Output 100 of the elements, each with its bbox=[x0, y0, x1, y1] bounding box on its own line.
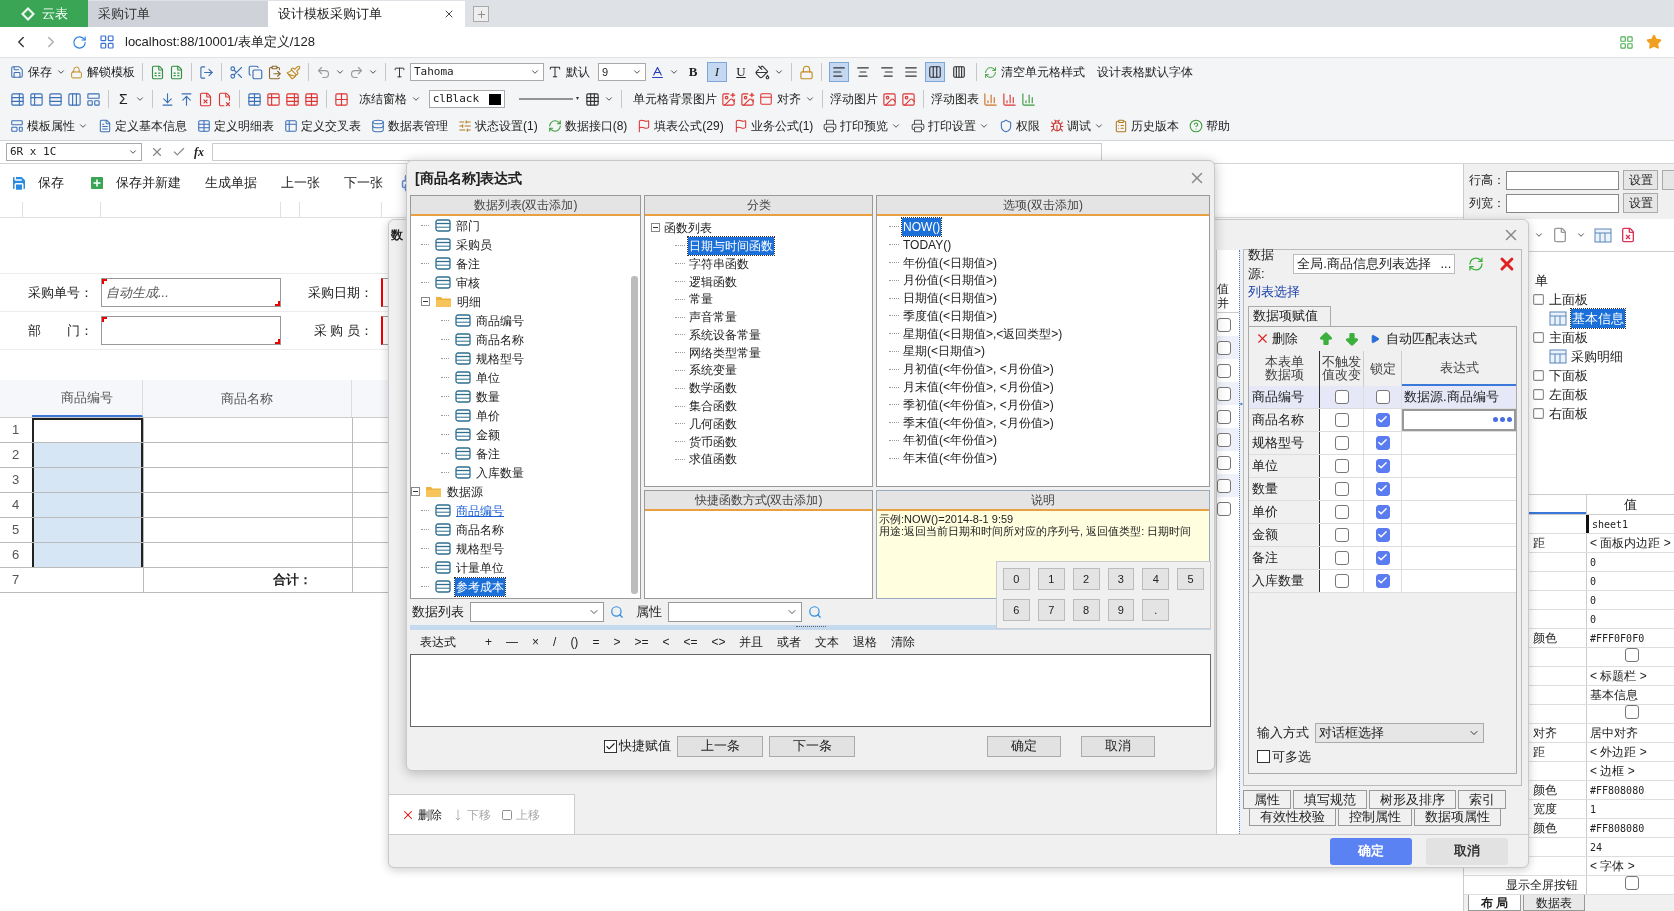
checkbox[interactable] bbox=[1334, 504, 1349, 519]
checkbox[interactable] bbox=[1334, 550, 1349, 565]
function-label[interactable]: fx bbox=[194, 143, 204, 161]
checkbox[interactable] bbox=[1334, 481, 1349, 496]
text-field[interactable]: 自动生成... bbox=[101, 278, 281, 307]
copy-icon[interactable] bbox=[248, 64, 263, 80]
property-value[interactable]: #FF808080 bbox=[1586, 781, 1674, 799]
image-icon[interactable] bbox=[739, 91, 755, 107]
tree-item[interactable]: 右面板 bbox=[1549, 403, 1588, 424]
toolbar-button[interactable]: 数据接口(8) bbox=[564, 117, 628, 135]
page-icon[interactable] bbox=[1552, 227, 1568, 243]
set-button[interactable]: 设置 bbox=[1623, 170, 1658, 190]
cancel-button[interactable]: 取消 bbox=[1426, 837, 1508, 865]
bar-chart-icon[interactable] bbox=[1020, 91, 1036, 107]
key-button[interactable]: 4 bbox=[1142, 568, 1170, 590]
option-item[interactable]: 季初值(<年份值>, <月份值>) bbox=[902, 395, 1055, 414]
text-size-icon[interactable] bbox=[548, 65, 562, 79]
tree-item[interactable]: 金额 bbox=[475, 425, 501, 444]
undo-icon[interactable] bbox=[316, 64, 331, 80]
checkbox[interactable] bbox=[1375, 573, 1390, 588]
checkbox[interactable] bbox=[1375, 550, 1390, 565]
checkbox[interactable] bbox=[1334, 458, 1349, 473]
tree-item[interactable]: 下面板 bbox=[1549, 365, 1588, 386]
tree-item[interactable]: 系统变量 bbox=[688, 361, 738, 380]
toolbar-button[interactable]: 打印预览 bbox=[840, 117, 889, 135]
tree-item[interactable]: 左面板 bbox=[1549, 384, 1588, 405]
text-field[interactable] bbox=[1506, 193, 1619, 213]
tree-item[interactable]: 货币函数 bbox=[688, 432, 738, 451]
document-icon[interactable] bbox=[98, 119, 112, 133]
dialog-button[interactable]: 取消 bbox=[1081, 735, 1155, 757]
delete-icon[interactable] bbox=[1620, 227, 1636, 243]
grid-row[interactable]: 金额 bbox=[1249, 523, 1516, 547]
format-button[interactable]: B bbox=[683, 62, 703, 82]
search-icon[interactable] bbox=[808, 605, 822, 619]
tree-item[interactable]: 字符串函数 bbox=[688, 254, 750, 273]
checkbox[interactable] bbox=[1375, 458, 1390, 473]
tree-item[interactable]: 系统设备常量 bbox=[688, 325, 762, 344]
checkbox[interactable] bbox=[1257, 749, 1270, 763]
operator-button[interactable]: 并且 bbox=[734, 633, 769, 651]
default-font-button[interactable]: 设计表格默认字体 bbox=[1097, 63, 1193, 81]
tree-item[interactable]: 明细 bbox=[456, 292, 482, 311]
delete-icon[interactable] bbox=[216, 91, 232, 107]
property-value[interactable]: 0 bbox=[1586, 572, 1674, 590]
flag-icon[interactable] bbox=[733, 119, 748, 133]
tree-item[interactable]: 单价 bbox=[475, 406, 501, 425]
tree-item[interactable]: 备注 bbox=[475, 444, 501, 463]
apps-icon[interactable] bbox=[99, 34, 115, 50]
panel-icon[interactable] bbox=[86, 91, 101, 107]
table-icon[interactable] bbox=[303, 91, 319, 107]
toolbar-button[interactable]: 定义明细表 bbox=[214, 117, 274, 135]
bar-chart-icon[interactable] bbox=[1001, 91, 1017, 107]
toolbar-button[interactable]: 调试 bbox=[1067, 117, 1092, 135]
option-item[interactable]: 月末值(<年份值>, <月份值>) bbox=[902, 378, 1055, 397]
align-button[interactable] bbox=[829, 62, 849, 82]
tab[interactable]: 树形及排序 bbox=[1369, 790, 1456, 809]
flag-icon[interactable] bbox=[637, 119, 652, 133]
option-item[interactable]: 年末值(<年份值>) bbox=[902, 449, 998, 468]
tree-item[interactable]: 采购明细 bbox=[1571, 346, 1623, 367]
cell-background-button[interactable]: 单元格背景图片 bbox=[632, 90, 717, 108]
tree-item[interactable]: 集合函数 bbox=[688, 397, 738, 416]
checkbox[interactable] bbox=[1375, 435, 1390, 450]
move-down-icon[interactable] bbox=[1344, 330, 1360, 347]
float-chart-button[interactable]: 浮动图表 bbox=[930, 90, 979, 108]
grid-row[interactable]: 规格型号 bbox=[1249, 431, 1516, 455]
toolbar-button[interactable]: 填表公式(29) bbox=[654, 117, 724, 135]
key-button[interactable]: 6 bbox=[1003, 599, 1030, 621]
selected-cell[interactable] bbox=[32, 493, 143, 517]
property-value[interactable]: < 标题栏 > bbox=[1586, 667, 1674, 685]
key-button[interactable]: 7 bbox=[1037, 599, 1065, 621]
bar-chart-icon[interactable] bbox=[982, 91, 998, 107]
collapse-toggle[interactable] bbox=[411, 487, 420, 496]
spreadsheet-icon[interactable] bbox=[169, 64, 184, 80]
freeze-panes-button[interactable]: 冻结窗格 bbox=[358, 90, 407, 108]
address-text[interactable]: localhost:88/10001/表单定义/128 bbox=[125, 32, 316, 52]
option-item[interactable]: 月初值(<年份值>, <月份值>) bbox=[902, 360, 1055, 379]
delete-button[interactable]: 删除 bbox=[1272, 328, 1298, 349]
panel-tab[interactable]: 布 局 bbox=[1468, 895, 1522, 911]
table-icon[interactable] bbox=[284, 91, 300, 107]
extension-icon[interactable] bbox=[1619, 34, 1634, 50]
grid-row[interactable]: 商品名称 bbox=[1249, 408, 1516, 432]
column-header[interactable]: 锁定 bbox=[1364, 350, 1402, 386]
selected-cell[interactable] bbox=[32, 418, 143, 442]
operator-button[interactable]: <= bbox=[678, 633, 703, 651]
cut-icon[interactable] bbox=[229, 64, 244, 80]
help-icon[interactable] bbox=[1189, 119, 1204, 133]
tab[interactable]: 有效性校验 bbox=[1249, 809, 1336, 826]
checkbox[interactable] bbox=[1375, 412, 1390, 427]
column-header[interactable]: 本表单数据项 bbox=[1249, 350, 1320, 386]
filter-select[interactable] bbox=[470, 602, 604, 622]
move-up-icon[interactable] bbox=[1318, 330, 1334, 347]
property-value[interactable]: < 面板内边距 > bbox=[1586, 534, 1674, 552]
form-toolbar-button[interactable]: 下一张 bbox=[344, 173, 383, 193]
list-action-button[interactable]: 删除 bbox=[418, 805, 442, 824]
filter-select[interactable] bbox=[668, 602, 802, 622]
tab[interactable]: 索引 bbox=[1458, 790, 1506, 809]
grid-row[interactable]: 单位 bbox=[1249, 454, 1516, 478]
printer-icon[interactable] bbox=[911, 119, 926, 133]
checkbox[interactable] bbox=[1217, 317, 1231, 332]
checkbox[interactable] bbox=[1375, 527, 1390, 542]
key-button[interactable]: 1 bbox=[1037, 568, 1065, 590]
